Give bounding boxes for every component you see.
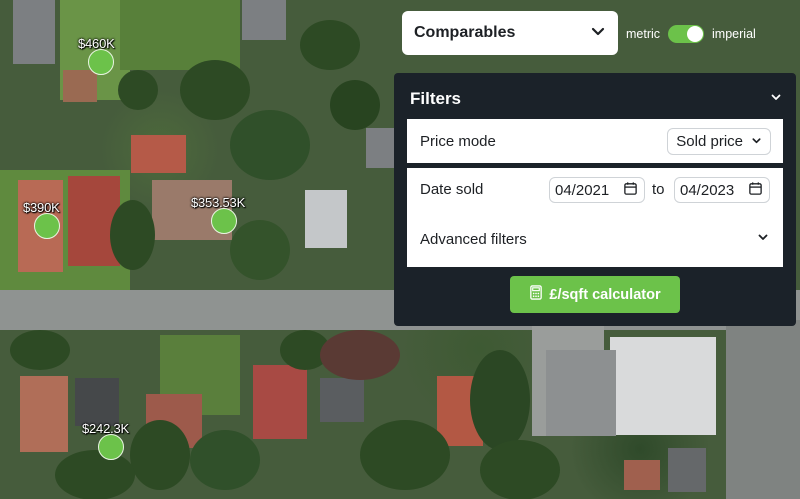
map-tree <box>360 420 450 490</box>
map-building <box>63 70 97 102</box>
map-tree <box>470 350 530 450</box>
map-building <box>320 378 364 422</box>
calculator-icon <box>529 285 543 304</box>
map-lawn <box>120 0 240 70</box>
map-building <box>546 350 616 436</box>
date-from-value: 04/2021 <box>555 181 610 199</box>
filters-panel: Filters Price mode Sold price Date sold … <box>394 73 796 326</box>
map-building <box>20 376 68 452</box>
comparable-marker[interactable] <box>34 213 60 239</box>
comparable-marker[interactable] <box>88 49 114 75</box>
map-tree <box>55 450 135 499</box>
map-building <box>131 135 186 173</box>
map-building <box>13 0 55 64</box>
price-mode-select[interactable]: Sold price <box>667 127 771 155</box>
date-sold-label: Date sold <box>420 181 484 198</box>
date-sold-card: Date sold 04/2021 to 04/2023 Advanced fi… <box>407 168 783 267</box>
date-separator: to <box>652 181 665 198</box>
chevron-down-icon <box>751 133 762 150</box>
calculator-button[interactable]: £/sqft calculator <box>510 276 680 313</box>
map-tree <box>180 60 250 120</box>
map-tree <box>230 220 290 280</box>
map-tree <box>118 70 158 110</box>
filters-header[interactable]: Filters <box>410 87 782 111</box>
date-to-input[interactable]: 04/2023 <box>674 177 770 203</box>
chevron-down-icon <box>590 23 606 44</box>
unit-toggle: metric imperial <box>626 12 786 56</box>
unit-switch[interactable] <box>668 25 705 43</box>
map-building <box>668 448 706 492</box>
map-building <box>253 365 307 439</box>
map-tree <box>320 330 400 380</box>
unit-label-imperial[interactable]: imperial <box>712 27 756 41</box>
date-to-value: 04/2023 <box>680 181 735 199</box>
map-road-vertical <box>726 320 800 499</box>
mode-select-value: Comparables <box>414 24 516 41</box>
date-from-input[interactable]: 04/2021 <box>549 177 645 203</box>
map-tree <box>190 430 260 490</box>
map-building <box>242 0 286 40</box>
comparable-marker[interactable] <box>98 434 124 460</box>
map-tree <box>300 20 360 70</box>
calculator-button-label: £/sqft calculator <box>549 286 661 303</box>
map-tree <box>110 200 155 270</box>
filters-title: Filters <box>410 89 462 108</box>
map-tree <box>480 440 560 499</box>
comparable-marker[interactable] <box>211 208 237 234</box>
map-tree <box>330 80 380 130</box>
chevron-down-icon <box>757 230 769 248</box>
price-label: $390K <box>23 200 60 215</box>
price-label: $353.53K <box>191 195 246 210</box>
price-mode-label: Price mode <box>420 132 496 150</box>
map-building <box>366 128 394 168</box>
map-tree <box>130 420 190 490</box>
switch-knob <box>687 26 704 42</box>
price-mode-row: Price mode Sold price <box>407 119 783 163</box>
chevron-down-icon[interactable] <box>770 90 782 108</box>
map-tree <box>230 110 310 180</box>
mode-select[interactable]: Comparables <box>402 11 618 55</box>
advanced-filters-toggle[interactable]: Advanced filters <box>420 226 769 252</box>
calendar-icon <box>623 181 638 200</box>
map-building <box>610 337 716 435</box>
unit-label-metric[interactable]: metric <box>626 27 660 41</box>
map-tree <box>10 330 70 370</box>
price-mode-value: Sold price <box>676 132 743 150</box>
price-label: $242.3K <box>82 421 130 436</box>
map-building <box>75 378 119 426</box>
map-building <box>624 460 660 490</box>
calendar-icon <box>748 181 763 200</box>
advanced-filters-label: Advanced filters <box>420 230 527 248</box>
map-building <box>305 190 347 248</box>
